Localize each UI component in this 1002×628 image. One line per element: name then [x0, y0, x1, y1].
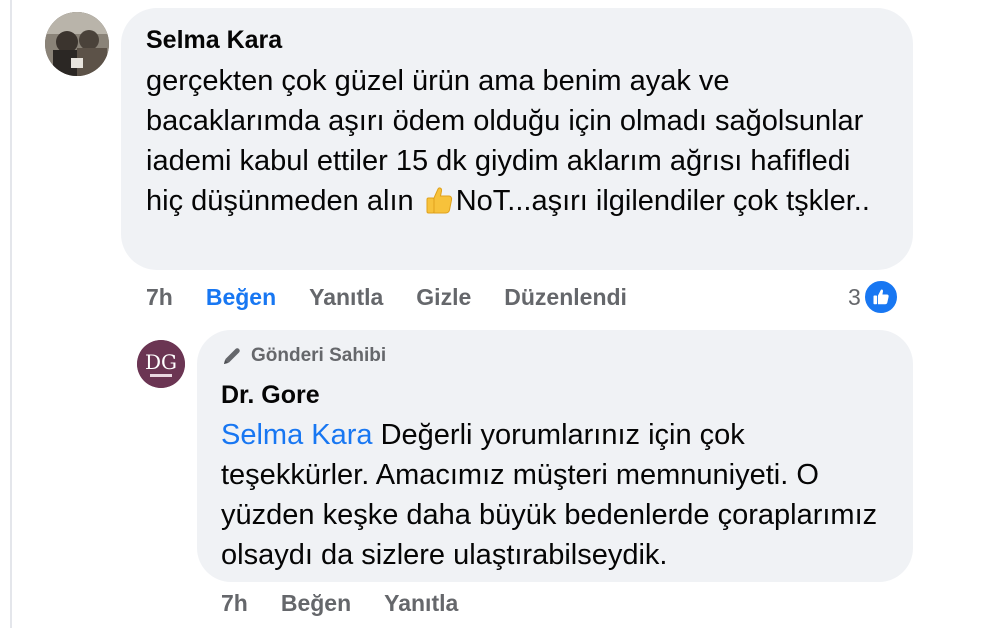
pen-icon [224, 348, 240, 364]
thumbs-up-icon [424, 185, 454, 215]
comment-author[interactable]: Selma Kara [146, 25, 887, 55]
reply-reply-button[interactable]: Yanıtla [384, 590, 458, 617]
comment-text: gerçekten çok güzel ürün ama benim ayak … [146, 61, 887, 221]
reaction-summary[interactable]: 3 [848, 279, 899, 315]
reply-author[interactable]: Dr. Gore [221, 380, 889, 410]
reply-like-button[interactable]: Beğen [281, 590, 351, 617]
avatar[interactable] [45, 12, 109, 76]
mention-link[interactable]: Selma Kara [221, 419, 373, 451]
reply-avatar[interactable]: DG [137, 340, 185, 388]
thread-rail [10, 0, 12, 628]
reply-button[interactable]: Yanıtla [309, 284, 383, 311]
like-icon [862, 279, 899, 315]
reply-actions: 7h Beğen Yanıtla [221, 589, 491, 617]
reply-text: Selma Kara Değerli yorumlarınız için çok… [221, 415, 889, 575]
like-button[interactable]: Beğen [206, 284, 276, 311]
avatar-logo-text: DG [145, 350, 177, 374]
hide-button[interactable]: Gizle [416, 284, 471, 311]
comment-bubble: Selma Kara gerçekten çok güzel ürün ama … [121, 8, 913, 270]
author-badge: Gönderi Sahibi [221, 344, 889, 368]
reply-time[interactable]: 7h [221, 590, 248, 617]
reaction-count: 3 [848, 283, 861, 310]
author-badge-label: Gönderi Sahibi [251, 345, 387, 366]
comment-body-end: NoT...aşırı ilgilendiler çok tşkler.. [455, 185, 870, 217]
edited-label[interactable]: Düzenlendi [504, 284, 627, 311]
reply-bubble: Gönderi Sahibi Dr. Gore Selma Kara Değer… [197, 330, 913, 582]
comment-actions: 7h Beğen Yanıtla Gizle Düzenlendi [146, 283, 660, 311]
comment-time[interactable]: 7h [146, 284, 173, 311]
